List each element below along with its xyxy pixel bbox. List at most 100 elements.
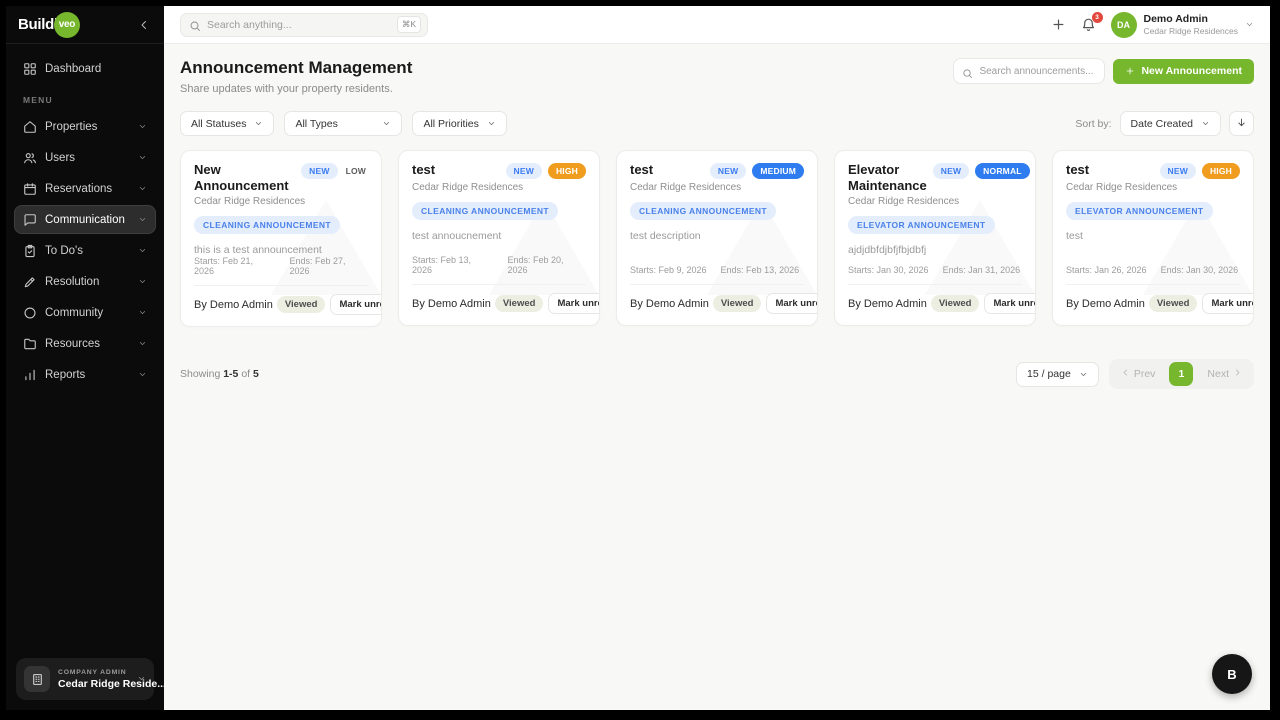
- sidebar-item-resolution[interactable]: Resolution: [14, 267, 156, 296]
- type-filter-select[interactable]: All Types: [284, 111, 403, 136]
- announcement-search[interactable]: [953, 58, 1106, 84]
- company-selector[interactable]: COMPANY ADMIN Cedar Ridge Reside...: [16, 658, 166, 700]
- building-icon: [24, 666, 50, 692]
- sidebar-item-communication[interactable]: Communication: [14, 205, 156, 234]
- prev-page-button[interactable]: Prev: [1113, 368, 1164, 380]
- sidebar-item-dashboard[interactable]: Dashboard: [14, 54, 156, 83]
- mark-unread-button[interactable]: Mark unread: [330, 294, 381, 316]
- showing-summary: Showing 1-5 of 5: [180, 368, 259, 381]
- current-page-button[interactable]: 1: [1169, 362, 1194, 387]
- sidebar: Buildi veo Dashboard MENU Properties User…: [6, 6, 166, 710]
- global-search-input[interactable]: [207, 18, 391, 31]
- chevron-right-icon: [1233, 368, 1242, 380]
- card-title: Elevator Maintenance: [848, 162, 927, 193]
- user-company: Cedar Ridge Residences: [1143, 26, 1239, 36]
- chevron-down-icon: [138, 184, 147, 193]
- company-role-label: COMPANY ADMIN: [58, 668, 127, 676]
- chat-icon: [23, 213, 37, 227]
- plus-icon: [1125, 66, 1135, 76]
- chevron-down-icon: [138, 246, 147, 255]
- search-icon: [962, 66, 973, 78]
- card-property: Cedar Ridge Residences: [848, 196, 960, 208]
- card-body-text: test annoucnement: [412, 230, 502, 242]
- chevron-down-icon: [138, 215, 147, 224]
- user-menu[interactable]: DA Demo Admin Cedar Ridge Residences: [1110, 11, 1255, 38]
- card-property: Cedar Ridge Residences: [630, 182, 742, 193]
- page-subtitle: Share updates with your property residen…: [180, 83, 393, 95]
- card-starts: Starts: Jan 26, 2026: [1066, 265, 1147, 275]
- next-page-button[interactable]: Next: [1199, 368, 1250, 380]
- sidebar-item-label: Community: [45, 306, 104, 319]
- sidebar-item-community[interactable]: Community: [14, 298, 156, 327]
- viewed-badge[interactable]: Viewed: [930, 295, 980, 312]
- chevron-down-icon: [138, 339, 147, 348]
- card-author: By Demo Admin: [1066, 297, 1145, 310]
- card-type-tag: ELEVATOR ANNOUNCEMENT: [848, 216, 995, 235]
- announcement-search-input[interactable]: [979, 65, 1097, 77]
- mark-unread-button[interactable]: Mark unread: [1202, 293, 1253, 314]
- priority-filter-select[interactable]: All Priorities: [412, 111, 507, 136]
- logo-text: Buildi: [18, 16, 58, 33]
- chevron-down-icon: [138, 277, 147, 286]
- clipboard-icon: [23, 244, 37, 258]
- sidebar-items: Properties Users Reservations Communication…: [14, 112, 156, 389]
- card-author: By Demo Admin: [412, 297, 491, 310]
- card-ends: Ends: Jan 31, 2026: [942, 265, 1021, 275]
- card-ends: Ends: Feb 20, 2026: [507, 255, 564, 275]
- page-title: Announcement Management: [180, 58, 413, 77]
- feedback-fab-button[interactable]: B: [1212, 654, 1252, 694]
- add-button[interactable]: [1051, 17, 1067, 33]
- sort-select[interactable]: Date Created: [1119, 111, 1221, 136]
- sidebar-item-properties[interactable]: Properties: [14, 112, 156, 141]
- page-size-select[interactable]: 15 / page: [1016, 361, 1099, 387]
- notification-badge: 3: [1091, 11, 1103, 23]
- sidebar-item-label: Dashboard: [45, 62, 102, 75]
- bar-chart-icon: [23, 368, 37, 382]
- mark-unread-button[interactable]: Mark unread: [984, 293, 1035, 314]
- card-starts: Starts: Feb 9, 2026: [630, 265, 707, 275]
- card-ends: Ends: Feb 13, 2026: [720, 265, 800, 275]
- status-filter-select[interactable]: All Statuses: [180, 111, 275, 136]
- sort-direction-button[interactable]: [1229, 111, 1254, 136]
- announcement-card[interactable]: New Announcement NEW LOW Cedar Ridge Res…: [180, 150, 382, 328]
- viewed-badge[interactable]: Viewed: [276, 296, 326, 314]
- status-badge: NEW: [932, 163, 970, 179]
- announcement-card[interactable]: Elevator Maintenance NEW NORMAL Cedar Ri…: [834, 150, 1036, 326]
- announcement-card[interactable]: test NEW MEDIUM Cedar Ridge Residences C…: [616, 150, 818, 326]
- sidebar-item-users[interactable]: Users: [14, 143, 156, 172]
- sidebar-item-label: Resolution: [45, 275, 100, 288]
- new-announcement-button[interactable]: New Announcement: [1113, 58, 1254, 84]
- logo-circle: veo: [53, 11, 80, 38]
- viewed-badge[interactable]: Viewed: [712, 295, 762, 312]
- sidebar-collapse-icon[interactable]: [138, 18, 152, 32]
- card-title: test: [630, 162, 654, 177]
- priority-badge: HIGH: [1201, 163, 1240, 179]
- global-search[interactable]: ⌘K: [180, 12, 428, 37]
- mark-unread-button[interactable]: Mark unread: [766, 293, 817, 314]
- mark-unread-button[interactable]: Mark unread: [548, 293, 599, 314]
- card-author: By Demo Admin: [848, 297, 927, 310]
- chevron-down-icon: [137, 670, 146, 688]
- priority-badge: LOW: [345, 166, 366, 176]
- notifications-button[interactable]: 3: [1081, 11, 1103, 33]
- viewed-badge[interactable]: Viewed: [1148, 295, 1198, 312]
- chevron-down-icon: [382, 119, 391, 128]
- sidebar-item-label: Communication: [45, 213, 125, 226]
- sidebar-item-label: Users: [45, 151, 76, 164]
- avatar: DA: [1110, 11, 1137, 38]
- arrow-down-icon: [1236, 115, 1247, 133]
- viewed-badge[interactable]: Viewed: [494, 295, 544, 312]
- sidebar-item-reservations[interactable]: Reservations: [14, 174, 156, 203]
- circle-icon: [23, 306, 37, 320]
- content: Announcement Management Share updates wi…: [164, 44, 1270, 710]
- announcement-card[interactable]: test NEW HIGH Cedar Ridge Residences CLE…: [398, 150, 600, 326]
- sort-label: Sort by:: [1075, 117, 1112, 130]
- sidebar-item-resources[interactable]: Resources: [14, 329, 156, 358]
- announcement-card[interactable]: test NEW HIGH Cedar Ridge Residences ELE…: [1052, 150, 1254, 326]
- main-area: ⌘K 3 DA Demo Admin Cedar Ridge Residence…: [164, 6, 1270, 710]
- sidebar-item-to-do-s[interactable]: To Do's: [14, 236, 156, 265]
- user-name: Demo Admin: [1143, 13, 1208, 25]
- sidebar-item-reports[interactable]: Reports: [14, 360, 156, 389]
- chevron-down-icon: [138, 122, 147, 131]
- sidebar-menu-label: MENU: [23, 95, 53, 105]
